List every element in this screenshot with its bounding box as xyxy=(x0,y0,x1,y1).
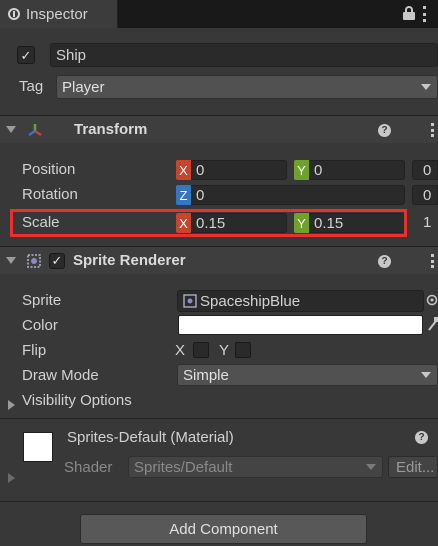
rotation-label: Rotation xyxy=(22,186,78,203)
fold-arrow-icon[interactable] xyxy=(6,257,16,264)
eyedropper-icon[interactable] xyxy=(427,317,438,331)
tab-inspector-label: Inspector xyxy=(26,5,88,23)
position-x-axis[interactable]: X xyxy=(176,160,191,180)
sprite-renderer-title: Sprite Renderer xyxy=(73,252,186,269)
sprite-label: Sprite xyxy=(22,292,62,309)
position-z-value: 0 xyxy=(423,161,432,179)
draw-mode-value: Simple xyxy=(183,366,229,384)
help-icon[interactable]: ? xyxy=(378,124,391,137)
flip-label: Flip xyxy=(22,342,47,359)
rotation-z-value: 0 xyxy=(196,186,205,204)
draw-mode-label: Draw Mode xyxy=(22,367,99,384)
help-icon[interactable]: ? xyxy=(378,255,391,268)
flip-x-label: X xyxy=(175,342,186,359)
rotation-z-axis[interactable]: Z xyxy=(176,185,191,205)
sprite-renderer-icon xyxy=(27,253,41,268)
transform-title: Transform xyxy=(74,121,148,138)
gameobject-name-field[interactable]: Ship xyxy=(50,43,438,67)
fold-arrow-icon xyxy=(8,400,15,411)
object-picker-icon[interactable] xyxy=(426,294,438,306)
sprite-renderer-header[interactable]: ✓ Sprite Renderer ? xyxy=(0,246,438,274)
section-divider xyxy=(0,418,438,419)
sprite-object-field[interactable]: SpaceshipBlue xyxy=(177,290,424,312)
lock-icon[interactable] xyxy=(403,6,415,20)
fold-arrow-icon xyxy=(8,473,15,483)
flip-y-checkbox[interactable] xyxy=(235,342,251,358)
visibility-foldout[interactable] xyxy=(8,396,15,412)
scale-z-partial: 1 xyxy=(423,214,432,231)
help-icon[interactable]: ? xyxy=(415,431,428,444)
chevron-down-icon xyxy=(421,372,431,378)
shader-dropdown: Sprites/Default xyxy=(128,456,383,478)
section-divider xyxy=(0,501,438,502)
add-component-button[interactable]: Add Component xyxy=(80,514,367,544)
shader-label: Shader xyxy=(64,459,113,476)
kebab-menu-icon[interactable] xyxy=(431,123,435,137)
chevron-down-icon xyxy=(366,464,376,470)
tag-label: Tag xyxy=(19,78,44,95)
rotation-extra-field[interactable]: 0 xyxy=(412,185,438,205)
position-y-value: 0 xyxy=(314,161,323,179)
tab-inspector[interactable]: Inspector xyxy=(0,0,118,28)
material-preview xyxy=(23,432,53,462)
transform-header[interactable]: Transform ? xyxy=(0,115,438,143)
position-x-field[interactable]: 0 xyxy=(191,160,287,180)
fold-arrow-icon[interactable] xyxy=(6,126,16,133)
tag-dropdown[interactable]: Player xyxy=(56,75,438,99)
flip-x-checkbox[interactable] xyxy=(193,342,209,358)
material-foldout[interactable] xyxy=(8,470,15,486)
gameobject-name-value: Ship xyxy=(56,46,87,64)
sprite-renderer-enabled-checkbox[interactable]: ✓ xyxy=(49,252,65,269)
transform-axes-icon xyxy=(28,123,42,136)
sprite-asset-icon xyxy=(183,294,197,308)
edit-shader-button[interactable]: Edit... xyxy=(388,456,438,478)
position-z-field[interactable]: 0 xyxy=(412,160,438,180)
rotation-extra-value: 0 xyxy=(423,186,432,204)
color-swatch[interactable] xyxy=(178,315,423,335)
position-x-value: 0 xyxy=(196,161,205,179)
visibility-options-label[interactable]: Visibility Options xyxy=(22,392,132,409)
active-checkbox[interactable]: ✓ xyxy=(17,46,35,64)
kebab-menu-icon[interactable] xyxy=(431,254,435,268)
position-y-field[interactable]: 0 xyxy=(309,160,405,180)
kebab-menu-icon[interactable] xyxy=(423,6,427,22)
draw-mode-dropdown[interactable]: Simple xyxy=(177,364,438,386)
rotation-z-field[interactable]: 0 xyxy=(191,185,405,205)
tag-value: Player xyxy=(62,78,105,96)
position-label: Position xyxy=(22,161,76,178)
color-label: Color xyxy=(22,317,58,334)
chevron-down-icon xyxy=(421,84,431,90)
flip-y-label: Y xyxy=(219,342,230,359)
info-icon xyxy=(8,8,20,20)
position-y-axis[interactable]: Y xyxy=(294,160,309,180)
scale-highlight-box xyxy=(10,209,407,237)
shader-value: Sprites/Default xyxy=(134,458,233,476)
sprite-value: SpaceshipBlue xyxy=(200,292,301,310)
material-name: Sprites-Default (Material) xyxy=(67,429,234,446)
